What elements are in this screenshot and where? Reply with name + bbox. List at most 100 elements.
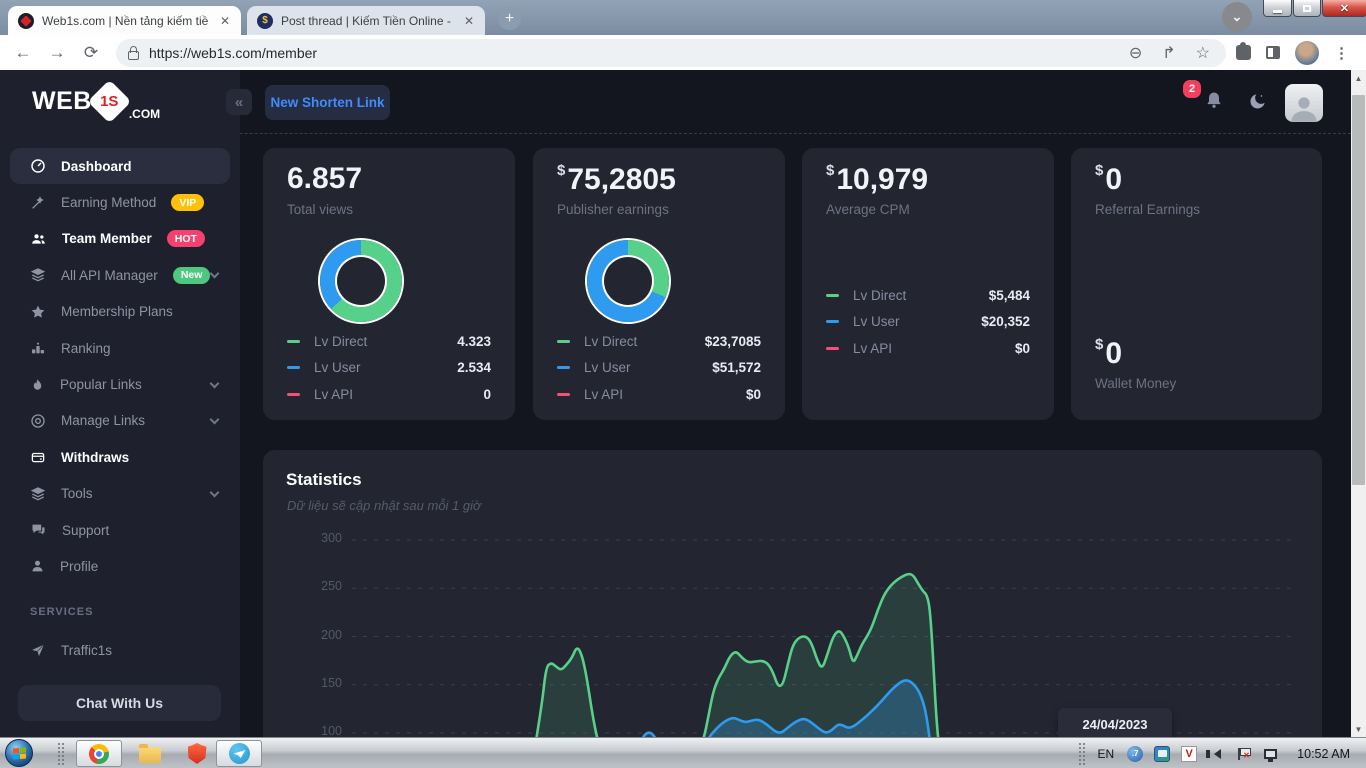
taskbar-brave-button[interactable] (180, 741, 214, 766)
tab-search-chevron-icon[interactable]: ⌄ (1222, 2, 1252, 32)
taskbar-explorer-button[interactable] (133, 741, 167, 766)
start-button[interactable] (5, 739, 33, 767)
volume-icon[interactable] (1208, 746, 1224, 762)
taskbar-chrome-button[interactable] (76, 740, 122, 767)
forward-button[interactable]: → (40, 43, 74, 63)
y-axis-tick: 100 (300, 724, 342, 737)
card-label: Wallet Money (1095, 376, 1176, 391)
chat-bubbles-icon (30, 522, 47, 538)
average-cpm-card: $10,979 Average CPM Lv Direct$5,484 Lv U… (802, 148, 1054, 420)
taskbar-grip[interactable] (57, 742, 66, 765)
card-value: $0 (1095, 336, 1122, 371)
sidebar-item-support[interactable]: Support (0, 512, 240, 548)
browser-menu-icon[interactable]: ⋮ (1334, 44, 1349, 62)
y-axis-tick: 250 (300, 579, 342, 593)
legend-row: Lv API0 (263, 381, 515, 408)
sidebar-item-popular-links[interactable]: Popular Links (0, 366, 240, 402)
reload-button[interactable]: ⟳ (74, 43, 108, 63)
chevron-down-icon (210, 269, 220, 279)
chevron-down-icon (210, 487, 220, 497)
card-value: 6.857 (287, 162, 362, 196)
scroll-up-icon[interactable]: ▲ (1351, 70, 1366, 86)
pink-dash-icon (826, 347, 839, 350)
star-icon (30, 304, 46, 320)
legend-row: Lv Direct4.323 (263, 328, 515, 355)
scroll-down-icon[interactable]: ▼ (1351, 721, 1366, 737)
restore-button[interactable] (1293, 0, 1321, 17)
browser-tabstrip: Web1s.com | Nền tảng kiếm tiền ✕ $ Post … (0, 0, 1366, 35)
address-bar[interactable]: https://web1s.com/member ⊖ ↱ ☆ (116, 39, 1226, 67)
theme-toggle-button[interactable] (1248, 92, 1267, 116)
link-icon (30, 413, 46, 429)
page-scrollbar[interactable]: ▲ ▼ (1351, 70, 1366, 737)
new-shorten-link-button[interactable]: New Shorten Link (265, 85, 390, 120)
extensions-icon[interactable] (1236, 45, 1251, 60)
tab-web1s[interactable]: Web1s.com | Nền tảng kiếm tiền ✕ (8, 6, 241, 35)
card-legend: Lv Direct$23,7085 Lv User$51,572 Lv API$… (533, 328, 785, 408)
sidebar-item-dashboard[interactable]: Dashboard (10, 148, 230, 184)
browser-profile-avatar[interactable] (1295, 41, 1319, 65)
minimize-button[interactable] (1263, 0, 1292, 17)
tab-close-icon[interactable]: ✕ (217, 14, 233, 28)
sidebar: WEB 1S .COM Dashboard Earning Method VIP… (0, 70, 240, 737)
logo-suffix: .COM (129, 107, 160, 121)
scrollbar-thumb[interactable] (1352, 95, 1365, 485)
url-text[interactable]: https://web1s.com/member (149, 45, 1119, 61)
tab-post-thread[interactable]: $ Post thread | Kiếm Tiền Online - | ✕ (247, 6, 485, 35)
sidebar-item-manage-links[interactable]: Manage Links (0, 403, 240, 439)
new-tab-button[interactable]: + (498, 7, 521, 30)
sidebar-item-earning-method[interactable]: Earning Method VIP (0, 184, 240, 220)
taskbar-telegram-button[interactable] (216, 740, 262, 767)
sidebar-item-traffic1s[interactable]: Traffic1s (0, 632, 240, 668)
statistics-area-chart[interactable] (350, 520, 1302, 737)
sidebar-item-team-member[interactable]: Team Member HOT (0, 221, 240, 257)
sidebar-item-withdraws[interactable]: Withdraws (0, 439, 240, 475)
close-button[interactable]: ✕ (1322, 0, 1366, 17)
sidebar-item-all-api-manager[interactable]: All API Manager New (0, 257, 240, 293)
services-section-label: SERVICES (30, 606, 93, 618)
language-indicator[interactable]: EN (1098, 747, 1115, 761)
blue-circle-icon[interactable]: .7 (1127, 746, 1143, 762)
card-label: Referral Earnings (1095, 202, 1200, 217)
zoom-out-icon[interactable]: ⊖ (1129, 43, 1142, 63)
back-button[interactable]: ← (6, 43, 40, 63)
bell-icon (1204, 90, 1224, 110)
lock-icon[interactable] (128, 51, 139, 60)
flag-icon[interactable] (1235, 746, 1251, 762)
green-dash-icon (287, 340, 300, 343)
v-icon[interactable]: V (1181, 746, 1197, 762)
network-icon[interactable] (1262, 746, 1278, 762)
brave-icon (188, 743, 207, 764)
chevron-down-icon (210, 378, 220, 388)
legend-row: Lv API$0 (533, 381, 785, 408)
side-panel-icon[interactable] (1266, 46, 1280, 59)
y-axis-tick: 200 (300, 628, 342, 642)
legend-row: Lv API$0 (802, 335, 1054, 362)
tray-grip[interactable] (1078, 742, 1087, 765)
clock[interactable]: 10:52 AM (1297, 747, 1350, 761)
legend-row: Lv Direct$5,484 (802, 282, 1054, 309)
tab-close-icon[interactable]: ✕ (461, 14, 477, 28)
chat-with-us-button[interactable]: Chat With Us (18, 685, 221, 721)
sidebar-collapse-button[interactable]: « (226, 89, 252, 115)
paper-plane-icon (30, 642, 46, 658)
layers-icon (30, 486, 46, 502)
statistics-subtitle: Dữ liệu sẽ cập nhật sau mỗi 1 giờ (287, 498, 481, 513)
share-icon[interactable]: ↱ (1162, 43, 1175, 63)
notifications-button[interactable] (1204, 90, 1224, 115)
layers-icon (30, 267, 46, 283)
bookmark-star-icon[interactable]: ☆ (1196, 43, 1210, 63)
web1s-favicon-icon (18, 13, 34, 29)
keyboard-icon[interactable] (1154, 746, 1170, 762)
new-badge: New (173, 267, 211, 284)
web1s-logo[interactable]: WEB 1S .COM (0, 70, 240, 133)
sidebar-item-membership-plans[interactable]: Membership Plans (0, 294, 240, 330)
sidebar-item-profile[interactable]: Profile (0, 548, 240, 584)
user-avatar[interactable] (1285, 84, 1323, 122)
sidebar-item-tools[interactable]: Tools (0, 476, 240, 512)
sidebar-item-ranking[interactable]: Ranking (0, 330, 240, 366)
card-value: $10,979 (826, 162, 928, 197)
legend-row: Lv User2.534 (263, 355, 515, 382)
blue-dash-icon (287, 366, 300, 369)
statistics-title: Statistics (286, 470, 362, 490)
